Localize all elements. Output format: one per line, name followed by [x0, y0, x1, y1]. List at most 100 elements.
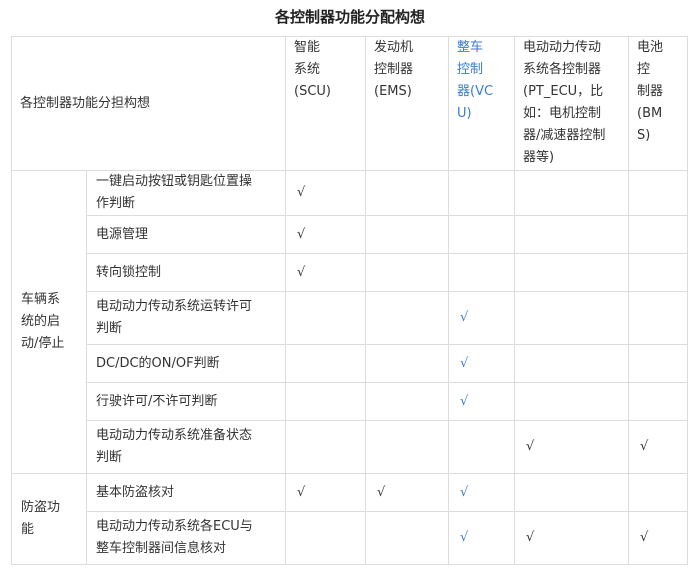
- row-label: 电源管理: [85, 215, 287, 254]
- check-mark: √: [526, 530, 535, 545]
- cell-text: 电动动力传动系统运转许可 判断: [96, 299, 253, 336]
- row-label: 行驶许可/不许可判断: [85, 382, 287, 421]
- check-mark: √: [460, 484, 469, 500]
- check-mark: √: [460, 355, 469, 371]
- check-mark: √: [640, 439, 649, 454]
- column-header: 发动机 控制器 (EMS): [365, 36, 450, 171]
- check-mark: √: [297, 185, 306, 200]
- check-cell: [365, 344, 450, 383]
- check-cell: [365, 215, 450, 254]
- check-cell: [628, 382, 689, 421]
- check-cell: [285, 511, 367, 565]
- check-cell: √: [285, 253, 367, 292]
- header-row: 各控制器功能分担构想 智能 系统 (SCU) 发动机 控制器 (EMS) 整车 控制 器(VC U)…: [10, 36, 689, 171]
- check-mark: √: [297, 264, 306, 280]
- check-cell: √: [448, 344, 516, 383]
- cell-text: 一键启动按钮或钥匙位置操 作判断: [96, 174, 253, 211]
- check-mark: √: [526, 439, 535, 454]
- check-mark: √: [377, 484, 386, 500]
- cell-text: 整车 控制 器(VC U): [457, 40, 494, 121]
- row-label: 电动动力传动系统各ECU与 整车控制器间信息核对: [85, 511, 287, 565]
- row-label: 电动动力传动系统准备状态 判断: [85, 420, 287, 474]
- table-row: 电动动力传动系统各ECU与 整车控制器间信息核对 √ √ √: [12, 511, 689, 565]
- cell-text: 各控制器功能分担构想: [20, 95, 151, 111]
- check-cell: [285, 420, 367, 474]
- check-cell: [365, 291, 450, 345]
- cell-text: DC/DC的ON/OF判断: [96, 355, 220, 371]
- column-header: 整车 控制 器(VC U): [448, 36, 516, 171]
- table-body: 各控制器功能分担构想 智能 系统 (SCU) 发动机 控制器 (EMS) 整车 控制 器(VC U)…: [10, 36, 689, 565]
- check-cell: [514, 170, 630, 216]
- check-cell: [628, 473, 689, 512]
- check-cell: [365, 253, 450, 292]
- check-cell: √: [448, 511, 516, 565]
- table-row: 行驶许可/不许可判断 √: [12, 382, 689, 421]
- table-row: 电源管理 √: [12, 215, 689, 254]
- check-cell: [628, 215, 689, 254]
- check-cell: [628, 291, 689, 345]
- column-header: 电池控制器 (BM S): [628, 36, 689, 171]
- check-cell: [514, 291, 630, 345]
- cell-text: 防盗功能: [21, 500, 61, 537]
- group-header: 车辆系 统的启 动/停止: [11, 170, 87, 474]
- check-mark: √: [460, 310, 469, 325]
- check-cell: [514, 215, 630, 254]
- check-cell: [628, 253, 689, 292]
- check-cell: √: [628, 511, 689, 565]
- check-cell: [365, 511, 450, 565]
- check-cell: [514, 382, 630, 421]
- table-row: DC/DC的ON/OF判断 √: [12, 344, 689, 383]
- check-cell: [365, 170, 450, 216]
- check-cell: [448, 215, 516, 254]
- cell-text: 基本防盗核对: [96, 484, 175, 500]
- check-mark: √: [460, 530, 469, 545]
- cell-text: 行驶许可/不许可判断: [96, 393, 218, 409]
- check-cell: [448, 420, 516, 474]
- check-cell: √: [285, 473, 367, 512]
- check-cell: [448, 170, 516, 216]
- check-cell: [285, 382, 367, 421]
- row-label: 转向锁控制: [85, 253, 287, 292]
- table-row: 防盗功能 基本防盗核对 √ √ √: [11, 473, 689, 565]
- row-label: 一键启动按钮或钥匙位置操 作判断: [85, 170, 287, 216]
- check-mark: √: [460, 393, 469, 409]
- table-row: 转向锁控制 √: [12, 253, 689, 292]
- check-cell: √: [365, 473, 450, 512]
- check-cell: [365, 382, 450, 421]
- check-cell: [514, 344, 630, 383]
- column-header: 电动动力传动 系统各控制器 (PT_ECU，比 如：电机控制 器/减速器控制 器等): [514, 36, 630, 171]
- check-cell: [285, 291, 367, 345]
- check-cell: [285, 344, 367, 383]
- cell-text: 电池控制器 (BM S): [637, 40, 664, 143]
- corner-header: 各控制器功能分担构想: [10, 36, 287, 171]
- check-cell: [514, 473, 630, 512]
- cell-text: 电动动力传动 系统各控制器 (PT_ECU，比 如：电机控制 器/减速器控制 器等): [523, 40, 606, 165]
- check-cell: √: [448, 473, 516, 512]
- column-header: 智能 系统 (SCU): [285, 36, 367, 171]
- check-cell: [628, 170, 689, 216]
- cell-text: 电动动力传动系统各ECU与 整车控制器间信息核对: [96, 519, 253, 556]
- cell-text: 智能 系统 (SCU): [294, 40, 332, 99]
- row-label: 基本防盗核对: [85, 473, 287, 512]
- check-cell: [448, 253, 516, 292]
- row-label: DC/DC的ON/OF判断: [85, 344, 287, 383]
- check-cell: [514, 253, 630, 292]
- table-row: 车辆系 统的启 动/停止 一键启动按钮或钥匙位置操 作判断 √: [11, 170, 689, 474]
- cell-text: 电源管理: [96, 226, 149, 242]
- table-row: 电动动力传动系统运转许可 判断 √: [12, 291, 689, 345]
- check-cell: [628, 344, 689, 383]
- check-cell: √: [448, 382, 516, 421]
- cell-text: 电动动力传动系统准备状态 判断: [96, 428, 253, 465]
- check-cell: [365, 420, 450, 474]
- check-cell: √: [514, 511, 630, 565]
- row-label: 电动动力传动系统运转许可 判断: [85, 291, 287, 345]
- check-mark: √: [640, 530, 649, 545]
- check-mark: √: [297, 484, 306, 500]
- check-cell: √: [448, 291, 516, 345]
- cell-text: 车辆系 统的启 动/停止: [21, 292, 65, 351]
- group-header: 防盗功能: [11, 473, 87, 565]
- check-mark: √: [297, 226, 306, 242]
- cell-text: 转向锁控制: [96, 264, 162, 280]
- check-cell: √: [285, 215, 367, 254]
- cell-text: 发动机 控制器 (EMS): [374, 40, 414, 99]
